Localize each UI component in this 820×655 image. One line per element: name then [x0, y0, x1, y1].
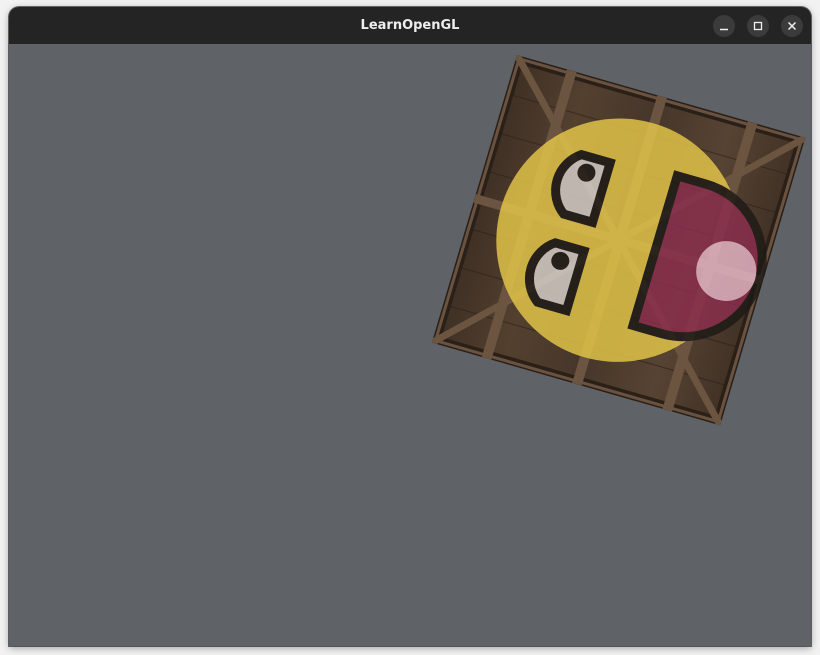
minimize-button[interactable]	[713, 15, 735, 37]
render-canvas	[431, 55, 806, 426]
maximize-button[interactable]	[747, 15, 769, 37]
close-icon	[787, 21, 797, 31]
textured-quad	[431, 55, 806, 426]
window-title: LearnOpenGL	[360, 18, 460, 33]
app-window: LearnOpenGL	[9, 7, 811, 646]
opengl-viewport[interactable]	[9, 44, 811, 646]
minimize-icon	[720, 28, 728, 31]
maximize-icon	[753, 21, 763, 31]
close-button[interactable]	[781, 15, 803, 37]
title-bar[interactable]: LearnOpenGL	[9, 7, 811, 44]
